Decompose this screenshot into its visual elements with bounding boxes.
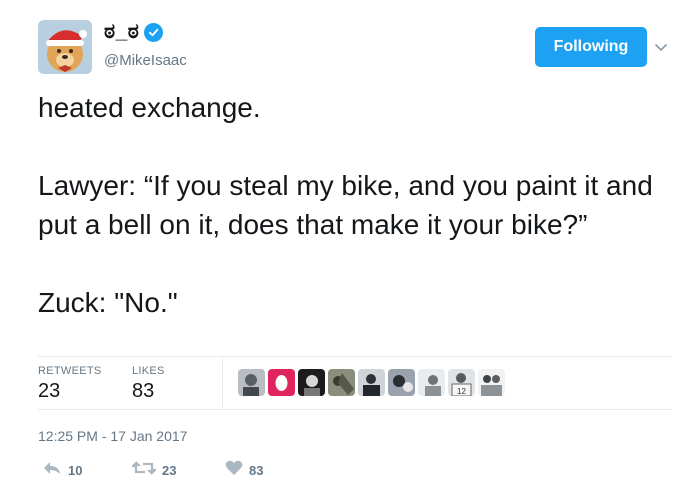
like-button[interactable]: 83 [225, 460, 263, 481]
retweet-count: 23 [162, 463, 177, 478]
liker-avatar[interactable] [358, 369, 385, 396]
reply-button[interactable]: 10 [42, 460, 82, 481]
stats-divider-bottom [38, 409, 672, 410]
tweet-timestamp[interactable]: 12:25 PM - 17 Jan 2017 [38, 428, 187, 444]
tweet-paragraph: Lawyer: “If you steal my bike, and you p… [38, 170, 653, 240]
likes-label: LIKES [132, 365, 165, 377]
svg-text:12: 12 [457, 387, 466, 396]
chevron-down-icon[interactable] [652, 38, 670, 56]
like-count: 83 [249, 463, 264, 478]
liker-avatar[interactable] [478, 369, 505, 396]
reply-count: 10 [68, 463, 83, 478]
liker-avatar[interactable] [238, 369, 265, 396]
retweet-button[interactable]: 23 [130, 460, 177, 481]
liker-avatar[interactable]: 12 [448, 369, 475, 396]
liker-avatar[interactable] [388, 369, 415, 396]
liker-avatar[interactable] [418, 369, 445, 396]
avatar[interactable] [38, 20, 92, 74]
retweets-value: 23 [38, 380, 61, 402]
tweet-paragraph: Zuck: "No." [38, 287, 178, 318]
heart-icon [225, 460, 243, 481]
stats-divider-vertical [222, 357, 223, 409]
verified-badge-icon [144, 22, 164, 42]
stats-divider-top [38, 356, 672, 357]
tweet-card: ಠ_ಠ @MikeIsaac Following heated exchange… [0, 0, 700, 499]
retweets-stat[interactable]: RETWEETS 23 [38, 365, 102, 403]
user-handle[interactable]: @MikeIsaac [104, 52, 187, 69]
retweet-icon [130, 460, 158, 481]
retweets-label: RETWEETS [38, 365, 102, 377]
display-name[interactable]: ಠ_ಠ [104, 20, 164, 44]
likes-value: 83 [132, 380, 155, 402]
liker-avatar[interactable] [298, 369, 325, 396]
liker-avatar[interactable] [328, 369, 355, 396]
tweet-text: heated exchange. Lawyer: “If you steal m… [38, 88, 678, 322]
likes-stat[interactable]: LIKES 83 [132, 365, 165, 403]
tweet-paragraph: heated exchange. [38, 92, 261, 123]
liker-avatar[interactable] [268, 369, 295, 396]
display-name-text: ಠ_ಠ [104, 20, 140, 43]
reply-icon [42, 460, 62, 481]
following-button[interactable]: Following [535, 27, 647, 67]
